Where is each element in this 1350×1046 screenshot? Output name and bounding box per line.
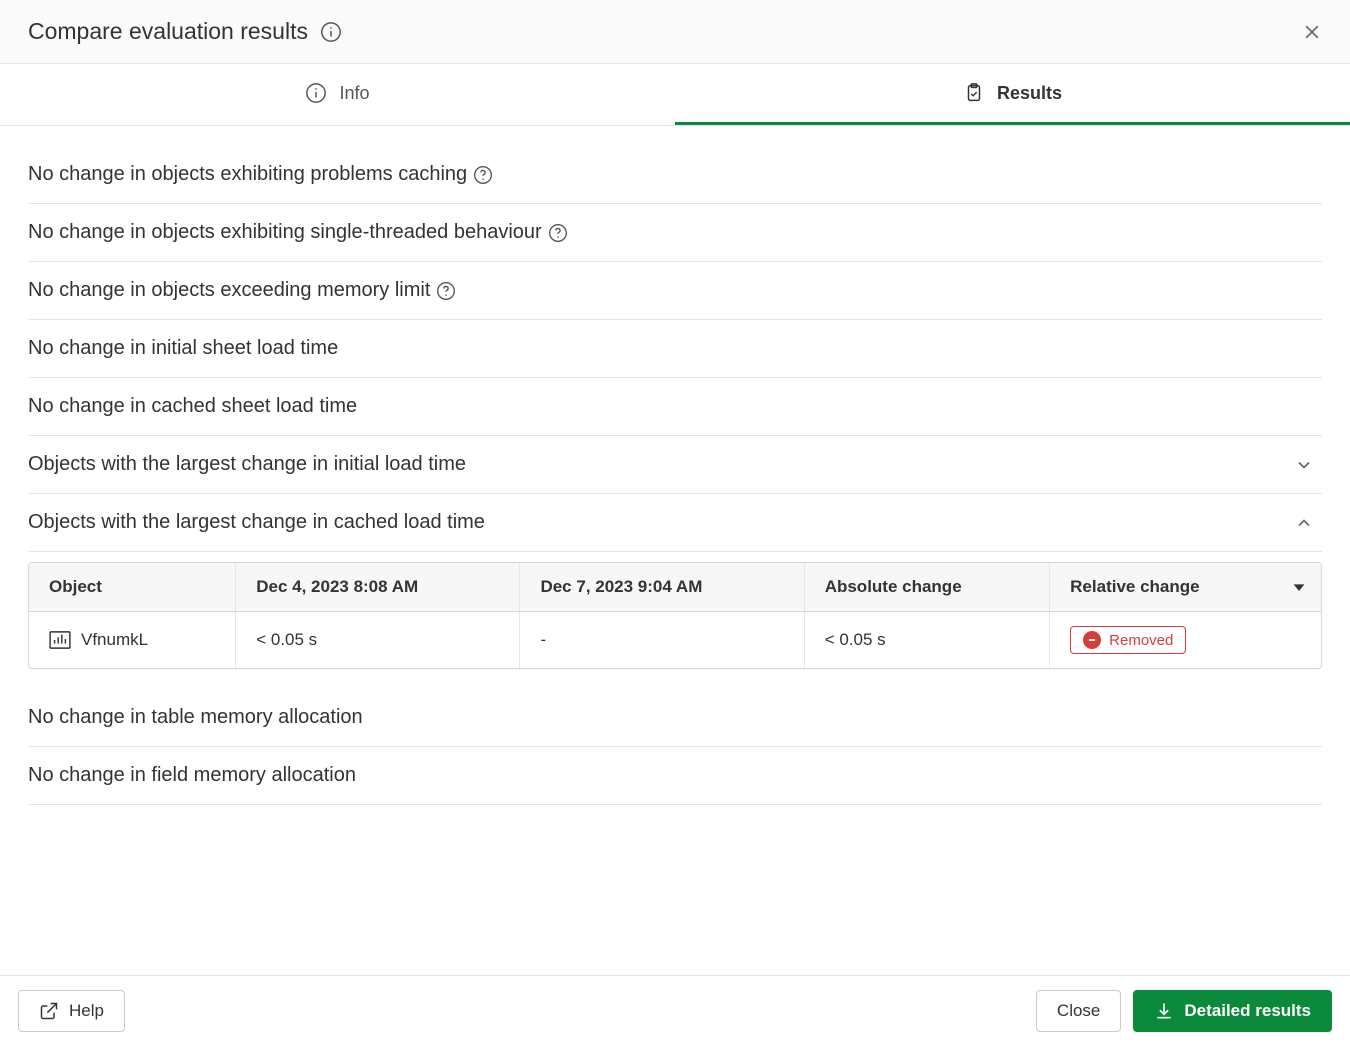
tab-label: Results xyxy=(997,83,1062,104)
section-table-memory: No change in table memory allocation xyxy=(28,689,1322,747)
help-icon[interactable] xyxy=(473,165,493,185)
section-caching: No change in objects exhibiting problems… xyxy=(28,146,1322,204)
cell-baseline: < 0.05 s xyxy=(236,612,520,669)
col-relative-change[interactable]: Relative change xyxy=(1050,563,1321,612)
cached-load-table: Object Dec 4, 2023 8:08 AM Dec 7, 2023 9… xyxy=(28,562,1322,669)
section-initial-load-change[interactable]: Objects with the largest change in initi… xyxy=(28,436,1322,494)
chevron-down-icon xyxy=(1294,455,1314,475)
info-icon[interactable] xyxy=(320,21,342,43)
button-label: Help xyxy=(69,1001,104,1021)
removed-icon xyxy=(1083,631,1101,649)
removed-badge: Removed xyxy=(1070,626,1186,654)
close-button[interactable]: Close xyxy=(1036,990,1121,1032)
col-baseline[interactable]: Dec 4, 2023 8:08 AM xyxy=(236,563,520,612)
cell-comparison: - xyxy=(520,612,804,669)
external-link-icon xyxy=(39,1001,59,1021)
object-name: VfnumkL xyxy=(81,630,148,650)
tab-info[interactable]: Info xyxy=(0,64,675,125)
tab-label: Info xyxy=(339,83,369,104)
col-absolute-change[interactable]: Absolute change xyxy=(804,563,1049,612)
results-content: No change in objects exhibiting problems… xyxy=(0,126,1350,975)
section-label: No change in objects exceeding memory li… xyxy=(28,279,430,302)
dialog-footer: Help Close Detailed results xyxy=(0,975,1350,1046)
clipboard-check-icon xyxy=(963,82,985,104)
section-field-memory: No change in field memory allocation xyxy=(28,747,1322,805)
table-row[interactable]: VfnumkL < 0.05 s - < 0.05 s Removed xyxy=(29,612,1321,669)
chevron-up-icon xyxy=(1294,513,1314,533)
sort-desc-icon xyxy=(1291,579,1307,595)
section-single-threaded: No change in objects exhibiting single-t… xyxy=(28,204,1322,262)
close-icon[interactable] xyxy=(1298,18,1326,46)
info-icon xyxy=(305,82,327,104)
section-label: No change in cached sheet load time xyxy=(28,395,357,418)
section-memory-limit: No change in objects exceeding memory li… xyxy=(28,262,1322,320)
help-button[interactable]: Help xyxy=(18,990,125,1032)
dialog-title: Compare evaluation results xyxy=(28,18,308,45)
section-label: No change in table memory allocation xyxy=(28,706,363,729)
badge-label: Removed xyxy=(1109,632,1173,649)
section-label: Objects with the largest change in cache… xyxy=(28,511,485,534)
section-label: No change in objects exhibiting single-t… xyxy=(28,221,542,244)
section-label: No change in objects exhibiting problems… xyxy=(28,163,467,186)
tab-bar: Info Results xyxy=(0,64,1350,126)
help-icon[interactable] xyxy=(548,223,568,243)
col-object[interactable]: Object xyxy=(29,563,236,612)
col-comparison[interactable]: Dec 7, 2023 9:04 AM xyxy=(520,563,804,612)
section-label: No change in field memory allocation xyxy=(28,764,356,787)
tab-results[interactable]: Results xyxy=(675,64,1350,125)
dialog-header: Compare evaluation results xyxy=(0,0,1350,64)
section-label: No change in initial sheet load time xyxy=(28,337,338,360)
section-cached-load-change[interactable]: Objects with the largest change in cache… xyxy=(28,494,1322,552)
barchart-icon xyxy=(49,631,71,649)
cell-absolute: < 0.05 s xyxy=(804,612,1049,669)
col-label: Relative change xyxy=(1070,577,1199,596)
detailed-results-button[interactable]: Detailed results xyxy=(1133,990,1332,1032)
section-initial-sheet-load: No change in initial sheet load time xyxy=(28,320,1322,378)
button-label: Close xyxy=(1057,1001,1100,1021)
download-icon xyxy=(1154,1001,1174,1021)
button-label: Detailed results xyxy=(1184,1001,1311,1021)
section-cached-sheet-load: No change in cached sheet load time xyxy=(28,378,1322,436)
section-label: Objects with the largest change in initi… xyxy=(28,453,466,476)
help-icon[interactable] xyxy=(436,281,456,301)
table-header-row: Object Dec 4, 2023 8:08 AM Dec 7, 2023 9… xyxy=(29,563,1321,612)
